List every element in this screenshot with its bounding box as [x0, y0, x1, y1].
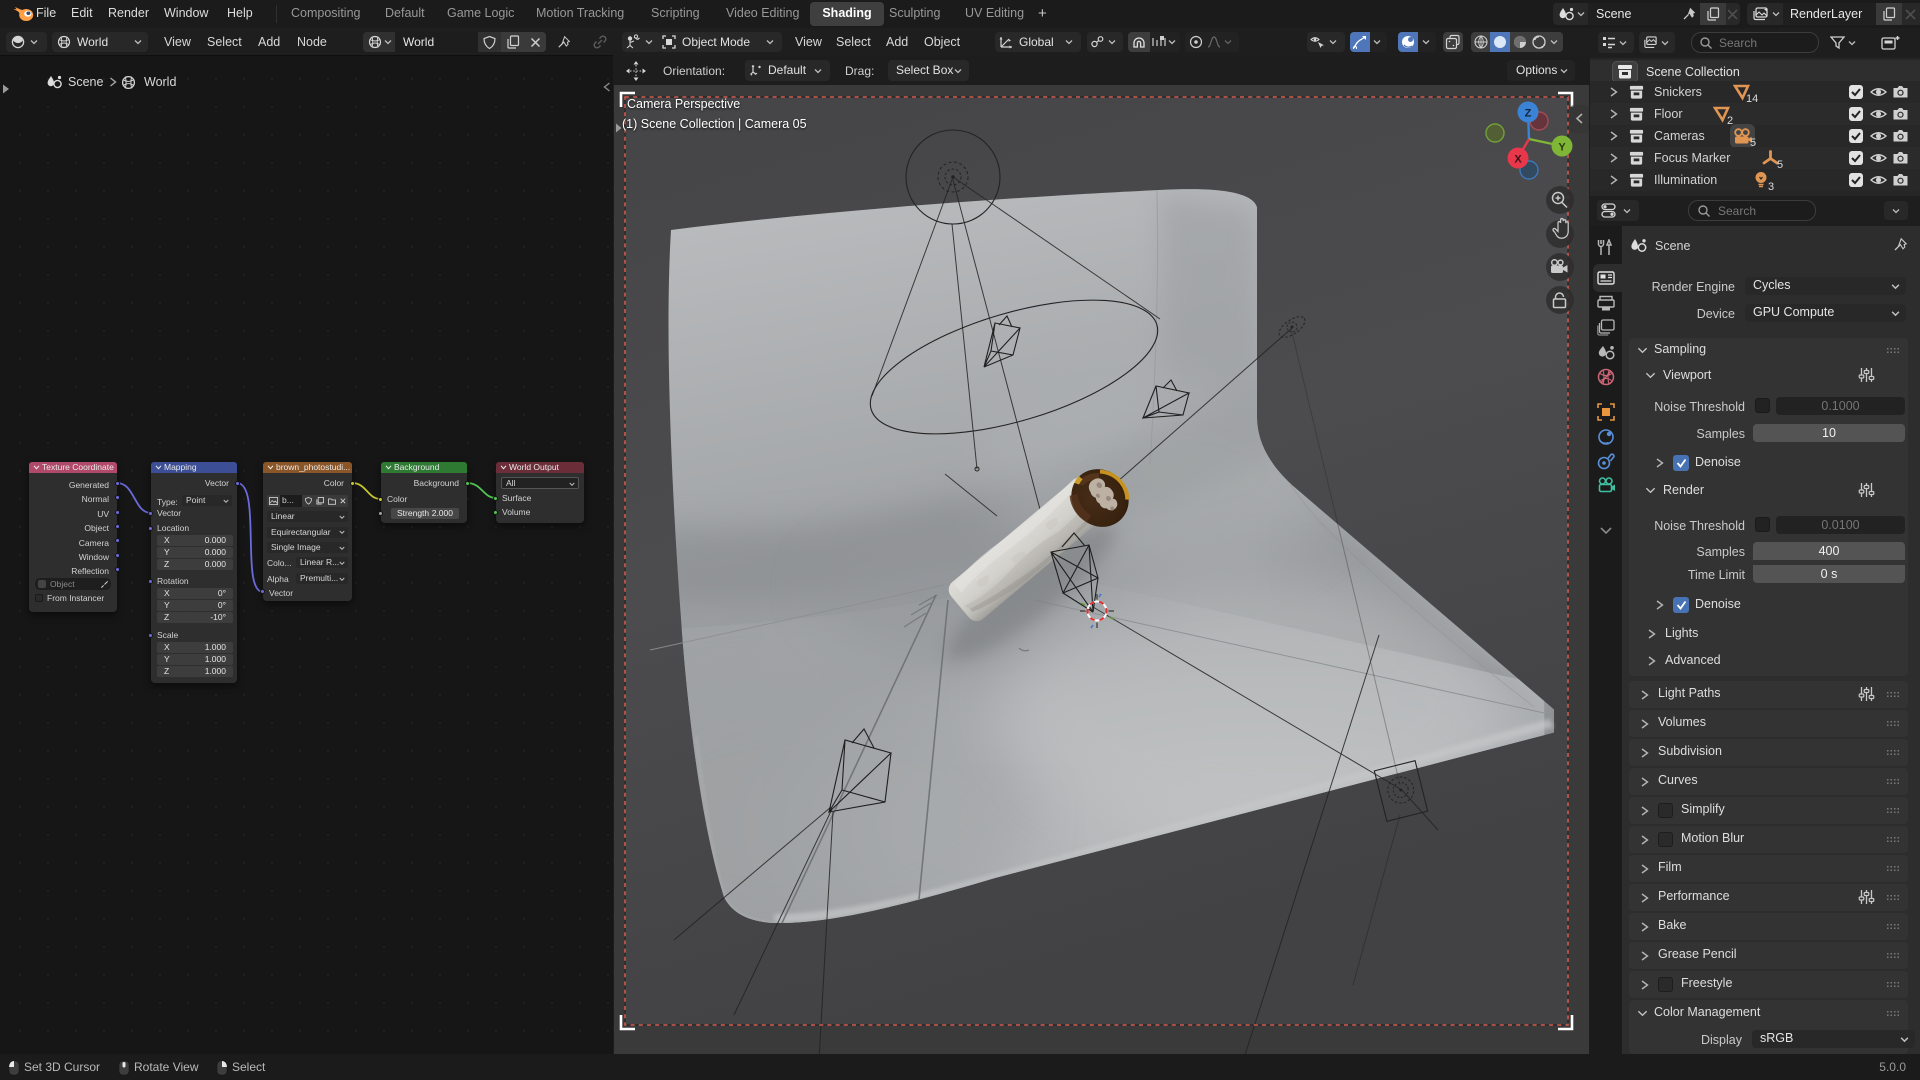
svg-text:Y: Y — [1558, 142, 1566, 154]
svg-text:X: X — [1514, 154, 1522, 166]
svg-text:Z: Z — [1525, 108, 1532, 120]
